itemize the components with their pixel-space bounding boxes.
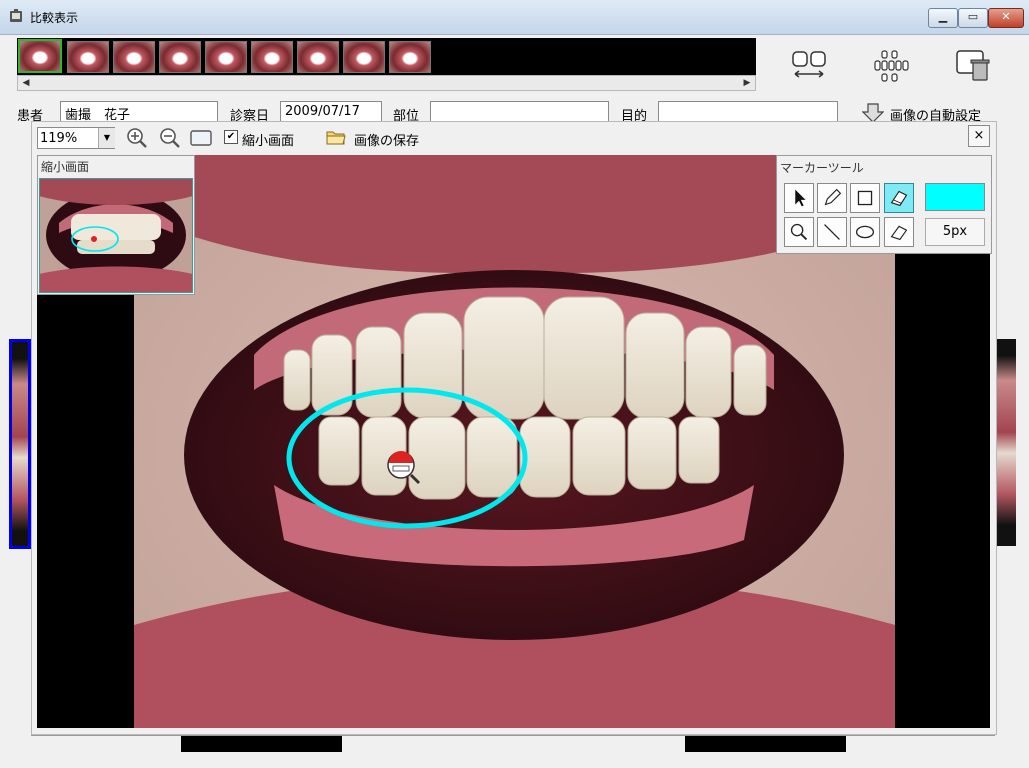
delete-icon[interactable] [953,48,993,84]
minimap-checkbox[interactable]: ✔ [224,130,238,144]
purpose-field[interactable] [658,101,838,123]
save-image-button[interactable]: 画像の保存 [354,130,419,149]
maximize-icon: ▭ [967,10,979,23]
minimize-icon: ▁ [938,10,948,23]
thumbnail[interactable] [389,41,431,73]
patient-name-field[interactable]: 歯撮 花子 [60,101,218,123]
left-compare-image[interactable] [9,339,31,549]
folder-save-icon[interactable] [326,128,346,146]
thumbnail-strip [17,38,756,75]
thumbnail[interactable] [251,41,293,73]
highlighter-tool-icon[interactable] [884,183,914,213]
close-button[interactable]: ✕ [988,8,1024,28]
minimap-image[interactable] [39,178,193,293]
part-field[interactable] [430,101,609,123]
thumbnail[interactable] [159,41,201,73]
zoom-dropdown-icon[interactable]: ▼ [98,128,115,148]
thumbnail[interactable] [113,41,155,73]
exam-date-field[interactable]: 2009/07/17 [280,101,382,123]
right-compare-image[interactable] [996,339,1016,546]
pointer-tool-icon[interactable] [784,183,814,213]
thumbnail[interactable] [343,41,385,73]
app-icon [10,9,22,22]
grid-layout-icon[interactable] [870,48,910,84]
scroll-right-icon[interactable]: ▶ [740,76,754,90]
fit-screen-icon[interactable] [189,127,213,149]
ellipse-tool-icon[interactable] [850,217,880,247]
scroll-left-icon[interactable]: ◀ [19,76,33,90]
marker-tool-title: マーカーツール [780,161,864,175]
window-title: 比較表示 [30,11,79,25]
minimap-title: 縮小画面 [41,160,90,174]
thumbnail[interactable] [297,41,339,73]
thumbnail[interactable] [205,41,247,73]
close-icon: ✕ [1001,10,1011,23]
zoom-out-icon[interactable] [158,127,182,149]
right-caption-bar [685,736,846,752]
viewer-close-button[interactable]: × [968,125,990,147]
magnifier-tool-icon[interactable] [784,217,814,247]
marker-color-swatch[interactable] [925,183,985,211]
eraser-tool-icon[interactable] [884,217,914,247]
thumbnail[interactable] [67,41,109,73]
thumbnail[interactable] [18,39,62,73]
thumbnail-scrollbar[interactable]: ◀ ▶ [17,75,756,91]
maximize-button[interactable]: ▭ [958,8,988,28]
minimap-checkbox-label: 縮小画面 [242,134,295,149]
title-bar [0,0,1029,35]
zoom-value: 119% [40,131,78,146]
left-caption-bar [181,736,342,752]
pencil-tool-icon[interactable] [817,183,847,213]
rectangle-tool-icon[interactable] [850,183,880,213]
marker-size-select[interactable]: 5px [925,218,985,246]
compare-view-icon[interactable] [789,48,829,84]
viewer-bottom-border [31,735,995,736]
line-tool-icon[interactable] [817,217,847,247]
zoom-in-icon[interactable] [125,127,149,149]
minimize-button[interactable]: ▁ [928,8,958,28]
